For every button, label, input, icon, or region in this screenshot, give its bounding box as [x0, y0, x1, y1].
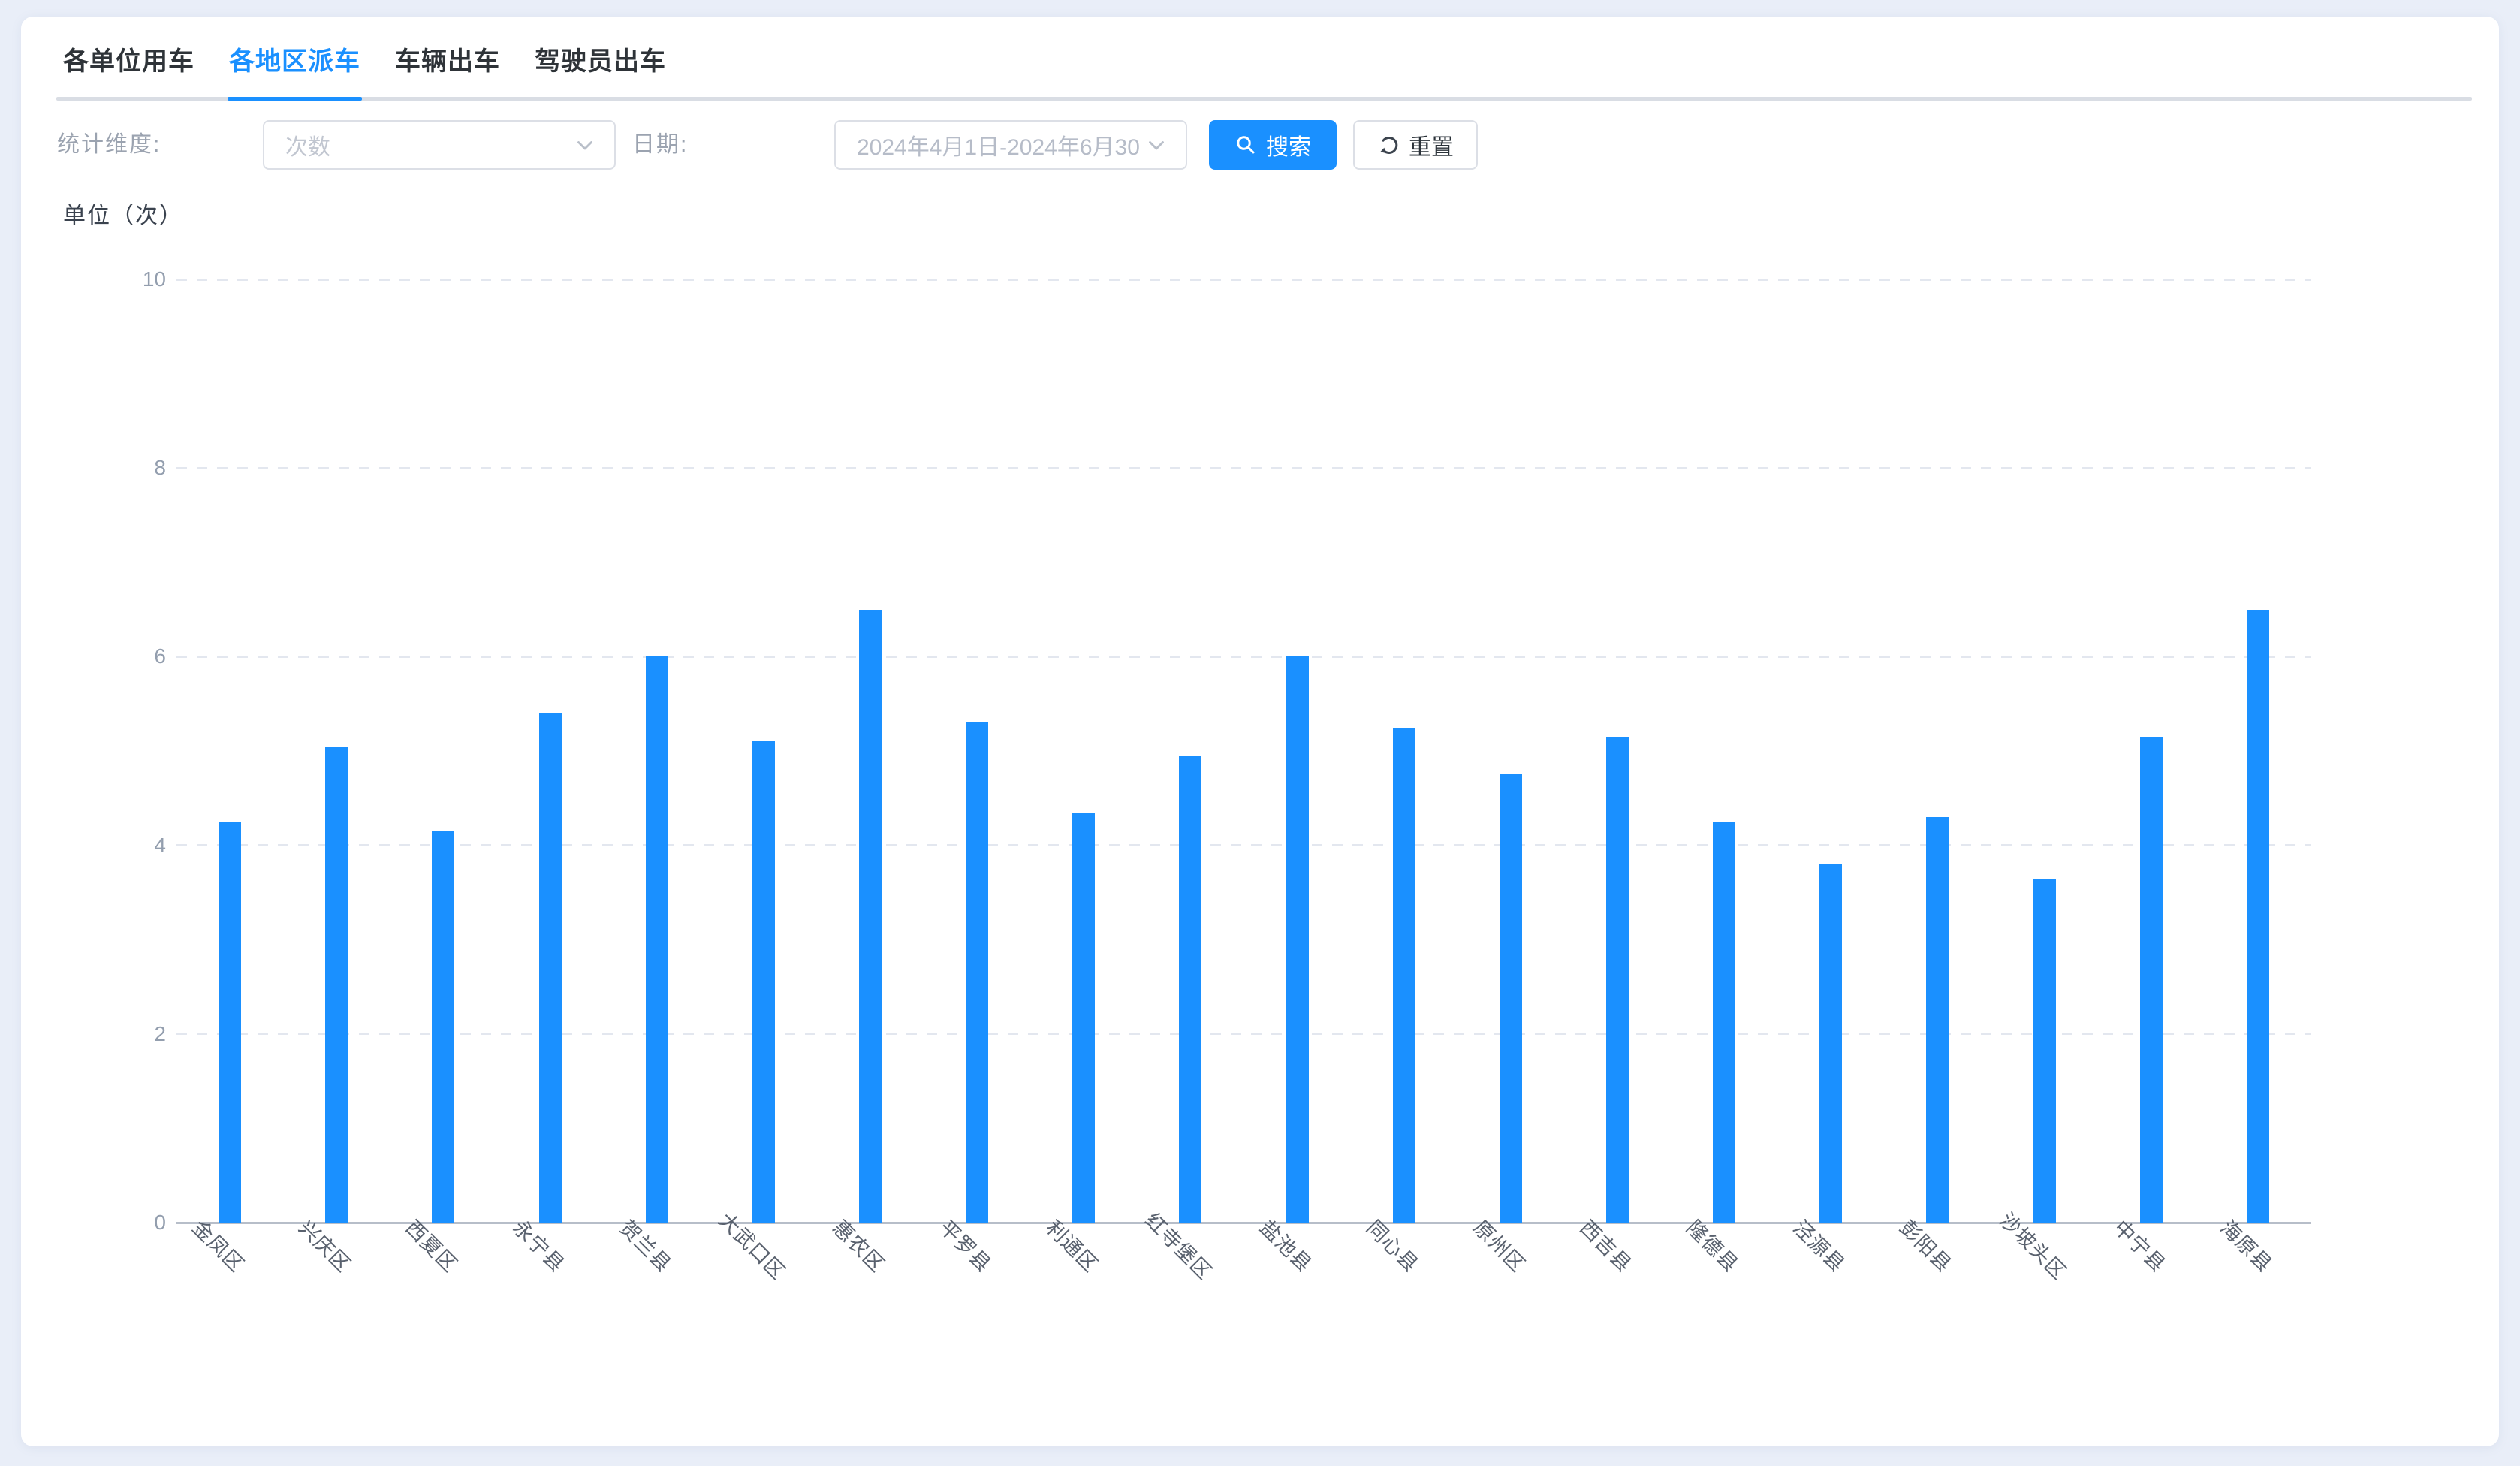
- dashboard-page: { "tabs": [ { "label": "各单位用车", "active"…: [0, 0, 2520, 1466]
- y-tick-label-6: 6: [154, 644, 166, 668]
- gridline-y-8: [176, 467, 2311, 469]
- bar-贺兰县: [646, 656, 668, 1223]
- y-tick-label-0: 0: [154, 1211, 166, 1235]
- filter-row: 统计维度: 次数 日期: 2024年4月1日-2024年6月30日: [21, 120, 2499, 170]
- bar-泾源县: [1819, 864, 1842, 1223]
- chevron-down-icon: [572, 132, 598, 158]
- y-tick-label-10: 10: [143, 267, 166, 291]
- reset-button[interactable]: 重置: [1353, 120, 1478, 170]
- bar-红寺堡区: [1179, 756, 1201, 1223]
- dimension-select-value: 次数: [285, 128, 572, 161]
- bar-利通区: [1072, 813, 1095, 1223]
- tab-bar: 各单位用车各地区派车车辆出车驾驶员出车: [21, 17, 2499, 101]
- search-button[interactable]: 搜索: [1209, 120, 1337, 170]
- reset-icon: [1377, 134, 1400, 156]
- chevron-down-icon: [1144, 132, 1169, 158]
- bar-金凤区: [219, 822, 241, 1223]
- tab-1[interactable]: 各单位用车: [63, 41, 194, 97]
- content-card: 各单位用车各地区派车车辆出车驾驶员出车 统计维度: 次数 日期: 2024年4月…: [21, 17, 2499, 1446]
- tab-2[interactable]: 各地区派车: [229, 41, 360, 97]
- date-label: 日期:: [632, 120, 688, 170]
- bar-永宁县: [539, 713, 562, 1223]
- bar-海原县: [2247, 610, 2269, 1223]
- chart-y-axis-title: 单位（次）: [63, 197, 183, 230]
- gridline-y-4: [176, 844, 2311, 846]
- tab-3[interactable]: 车辆出车: [395, 41, 500, 97]
- x-axis-labels: 金凤区兴庆区西夏区永宁县贺兰县大武口区惠农区平罗县利通区红寺堡区盐池县同心县原州…: [176, 1223, 2311, 1373]
- date-range-value: 2024年4月1日-2024年6月30日: [857, 128, 1144, 161]
- bar-同心县: [1393, 728, 1415, 1223]
- bar-中宁县: [2140, 737, 2163, 1223]
- bar-盐池县: [1286, 656, 1309, 1223]
- bar-隆德县: [1713, 822, 1735, 1223]
- dimension-label: 统计维度:: [57, 120, 161, 170]
- search-button-label: 搜索: [1266, 128, 1311, 161]
- bar-原州区: [1500, 774, 1522, 1223]
- gridline-y-2: [176, 1033, 2311, 1035]
- y-tick-label-8: 8: [154, 456, 166, 480]
- bar-大武口区: [752, 741, 775, 1223]
- bar-西吉县: [1606, 737, 1629, 1223]
- bar-兴庆区: [325, 747, 348, 1223]
- date-range-picker[interactable]: 2024年4月1日-2024年6月30日: [834, 120, 1187, 170]
- gridline-y-6: [176, 656, 2311, 658]
- search-icon: [1234, 134, 1257, 156]
- bar-沙坡头区: [2033, 879, 2056, 1223]
- dimension-select[interactable]: 次数: [263, 120, 616, 170]
- tab-4[interactable]: 驾驶员出车: [535, 41, 666, 97]
- tab-track: [56, 97, 2472, 101]
- reset-button-label: 重置: [1409, 128, 1454, 161]
- bar-彭阳县: [1926, 817, 1949, 1223]
- y-tick-label-4: 4: [154, 834, 166, 858]
- y-tick-label-2: 2: [154, 1022, 166, 1046]
- gridline-y-10: [176, 279, 2311, 281]
- bar-西夏区: [432, 831, 454, 1223]
- bar-惠农区: [859, 610, 882, 1223]
- tab-list: 各单位用车各地区派车车辆出车驾驶员出车: [21, 41, 2499, 97]
- bar-平罗县: [966, 722, 988, 1223]
- bar-chart-plot-area: 金凤区兴庆区西夏区永宁县贺兰县大武口区惠农区平罗县利通区红寺堡区盐池县同心县原州…: [176, 279, 2311, 1223]
